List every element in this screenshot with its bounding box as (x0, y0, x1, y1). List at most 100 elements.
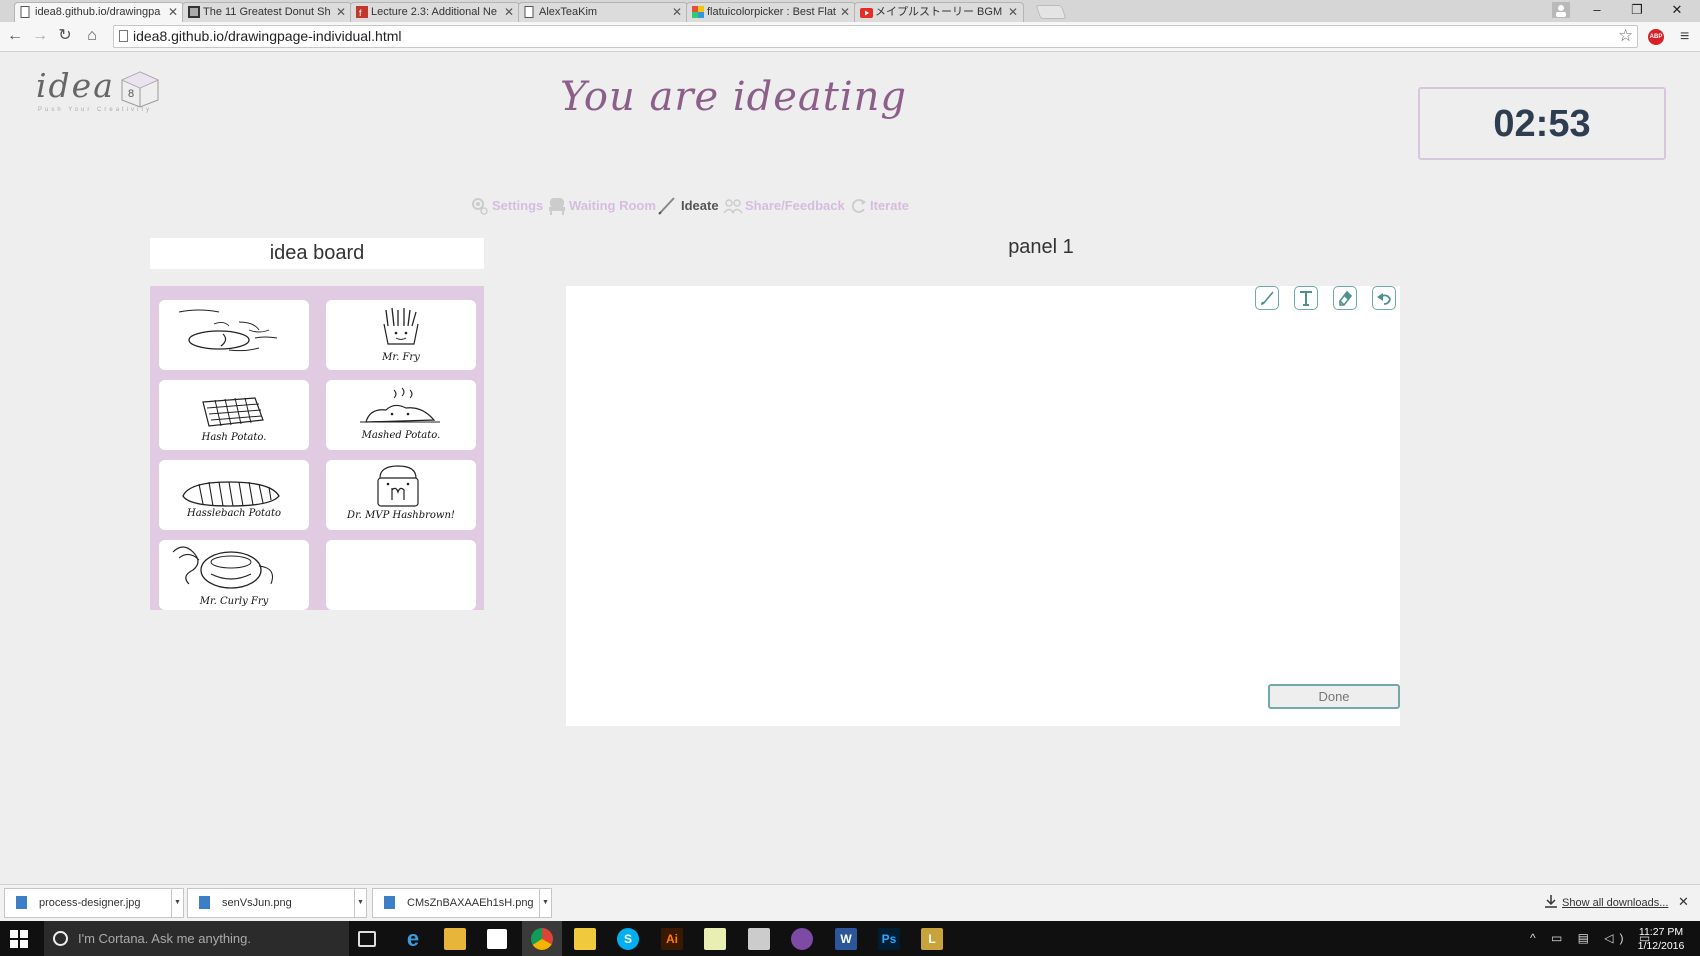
word-icon[interactable]: W (835, 928, 857, 950)
download-item[interactable]: process-designer.jpg ▼ (4, 888, 184, 918)
close-window-icon[interactable]: ✕ (1658, 0, 1696, 22)
illustrator-icon[interactable]: Ai (661, 928, 683, 950)
adblock-icon[interactable]: ABP (1648, 29, 1664, 45)
idea-card-empty[interactable] (326, 540, 476, 610)
idea8-logo[interactable]: idea 8 Push Your Creativity (36, 66, 166, 122)
step-iterate[interactable]: Iterate (850, 195, 920, 217)
url-input[interactable]: idea8.github.io/drawingpage-individual.h… (113, 25, 1638, 48)
download-icon (1545, 895, 1557, 913)
gear-icon (472, 198, 488, 215)
idea-card-6[interactable]: Dr. MVP Hashbrown! (326, 460, 476, 530)
reload-icon[interactable]: ↻ (55, 26, 75, 46)
text-tool[interactable] (1294, 286, 1318, 310)
chevron-down-icon[interactable]: ▼ (171, 889, 183, 917)
step-share-feedback[interactable]: Share/Feedback (723, 195, 845, 217)
refresh-icon (851, 199, 866, 213)
new-tab-button[interactable] (1035, 5, 1067, 19)
skype-icon[interactable]: S (617, 928, 639, 950)
browser-tab-strip: idea8.github.io/drawingpa ✕ The 11 Great… (0, 0, 1700, 22)
browser-tab-lecture[interactable]: f Lecture 2.3: Additional Ne ✕ (350, 2, 520, 22)
minimize-icon[interactable]: – (1578, 0, 1616, 22)
people-icon (723, 199, 743, 214)
brush-tool[interactable] (1255, 286, 1279, 310)
forward-icon[interactable]: → (30, 26, 50, 46)
restore-icon[interactable]: ❐ (1618, 0, 1656, 22)
home-icon[interactable]: ⌂ (82, 26, 102, 46)
step-waiting-room[interactable]: Waiting Room (547, 195, 657, 217)
idea-card-5[interactable]: Hasslebach Potato (159, 460, 309, 530)
step-settings[interactable]: Settings (470, 195, 550, 217)
sketch-thumbnail (182, 481, 280, 507)
download-item[interactable]: senVsJun.png ▼ (187, 888, 367, 918)
download-item[interactable]: CMsZnBAXAAEh1sH.png ▼ (372, 888, 552, 918)
user-profile-icon[interactable] (1542, 0, 1580, 22)
brush-icon (1261, 291, 1274, 305)
browser-tab-idea8[interactable]: idea8.github.io/drawingpa ✕ (14, 2, 184, 22)
idea-card-7[interactable]: Mr. Curly Fry (159, 540, 309, 610)
text-icon (1300, 291, 1312, 306)
eraser-tool[interactable] (1333, 286, 1357, 310)
close-tab-icon[interactable]: ✕ (336, 3, 346, 22)
taskbar-clock[interactable]: 11:27 PM 1/12/2016 (1636, 925, 1686, 953)
windows-start-icon[interactable] (10, 930, 28, 953)
chevron-down-icon[interactable]: ▼ (354, 889, 366, 917)
cortana-search-input[interactable]: I'm Cortana. Ask me anything. (44, 921, 349, 956)
idea-board-title: idea board (150, 238, 484, 269)
undo-tool[interactable] (1372, 286, 1396, 310)
close-tab-icon[interactable]: ✕ (1008, 3, 1018, 22)
app-icon[interactable] (791, 928, 813, 950)
step-ideate[interactable]: Ideate (657, 195, 723, 217)
show-all-downloads-link[interactable]: Show all downloads... (1562, 897, 1668, 909)
close-icon[interactable]: ✕ (1678, 894, 1689, 910)
sticky-notes-icon[interactable] (574, 928, 596, 950)
site-favicon-icon: f (356, 6, 368, 18)
timer-value: 02:53 (1493, 103, 1591, 145)
page-title: You are ideating (560, 74, 907, 120)
countdown-timer: 02:53 (1418, 87, 1666, 160)
chrome-icon[interactable] (531, 928, 553, 950)
app-icon[interactable]: L (921, 928, 943, 950)
idea-card-1[interactable] (159, 300, 309, 370)
address-bar: ← → ↻ ⌂ idea8.github.io/drawingpage-indi… (0, 22, 1700, 52)
browser-tab-alexteakim[interactable]: AlexTeaKim ✕ (518, 2, 688, 22)
idea-card-4[interactable]: Mashed Potato. (326, 380, 476, 450)
page-icon (524, 6, 535, 18)
close-tab-icon[interactable]: ✕ (168, 3, 178, 22)
bookmark-star-icon[interactable]: ☆ (1618, 26, 1633, 46)
close-tab-icon[interactable]: ✕ (504, 3, 514, 22)
calculator-icon[interactable] (748, 928, 770, 950)
youtube-icon (860, 6, 873, 18)
done-button[interactable]: Done (1268, 684, 1400, 709)
drawing-canvas[interactable] (566, 286, 1400, 726)
notepad-icon[interactable] (704, 928, 726, 950)
photoshop-icon[interactable]: Ps (878, 928, 900, 950)
menu-icon[interactable]: ≡ (1680, 29, 1689, 45)
idea-card-2[interactable]: Mr. Fry (326, 300, 476, 370)
close-tab-icon[interactable]: ✕ (840, 3, 850, 22)
chevron-down-icon[interactable]: ▼ (539, 889, 551, 917)
image-file-icon (199, 896, 210, 909)
browser-tab-donut[interactable]: The 11 Greatest Donut Sh ✕ (182, 2, 352, 22)
close-tab-icon[interactable]: ✕ (672, 3, 682, 22)
cortana-icon (53, 931, 68, 946)
image-file-icon (384, 896, 395, 909)
undo-icon (1377, 293, 1391, 305)
page-icon (119, 30, 128, 42)
chair-icon (549, 198, 565, 215)
idea-card-3[interactable]: Hash Potato. (159, 380, 309, 450)
pencil-icon (658, 197, 675, 215)
image-file-icon (16, 896, 27, 909)
file-explorer-icon[interactable] (444, 928, 466, 950)
downloads-bar: process-designer.jpg ▼ senVsJun.png ▼ CM… (0, 884, 1700, 921)
site-favicon-icon (188, 6, 200, 18)
back-icon[interactable]: ← (5, 26, 25, 46)
site-favicon-icon (692, 6, 704, 18)
sketch-thumbnail (178, 309, 278, 352)
task-view-icon[interactable] (358, 931, 376, 947)
browser-tab-flatuicolorpicker[interactable]: flatuicolorpicker : Best Flat ✕ (686, 2, 856, 22)
panel-title: panel 1 (1008, 236, 1074, 258)
store-icon[interactable] (487, 929, 507, 949)
idea-board: Mr. Fry Hash Potato. Mashed Potato. Hass… (150, 286, 484, 610)
edge-icon[interactable]: e (402, 928, 424, 950)
browser-tab-maplestory[interactable]: メイプルストーリー BGM ✕ (854, 2, 1024, 22)
